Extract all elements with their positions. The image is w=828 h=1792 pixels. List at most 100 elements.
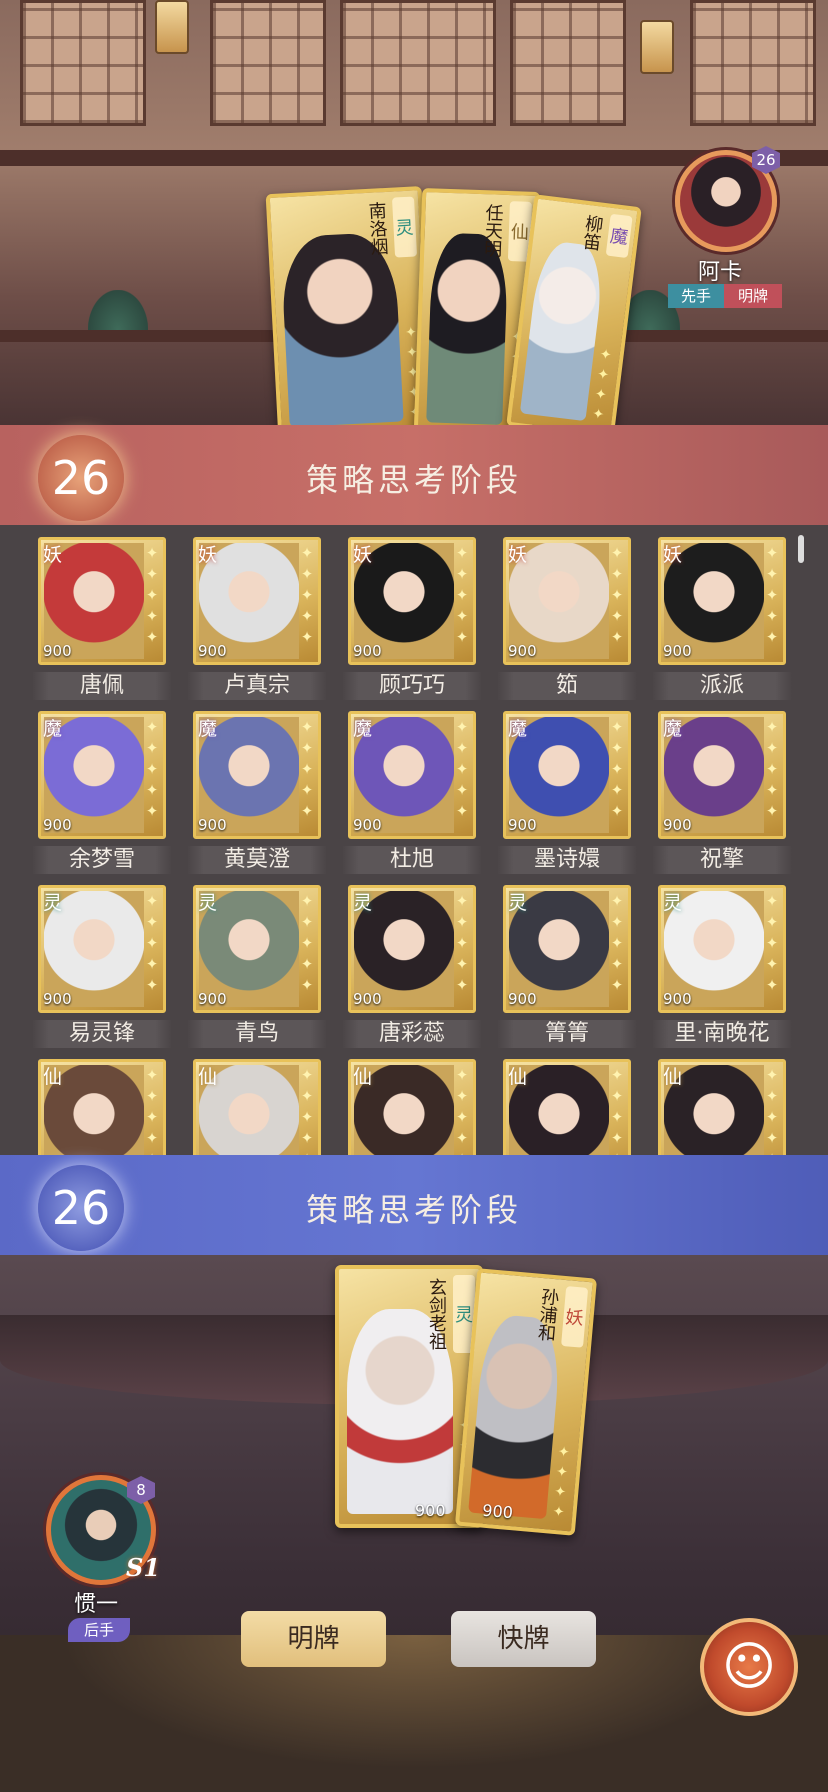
card-stars: ✦ ✦ ✦ ✦	[591, 346, 613, 424]
card-score: 900	[663, 642, 692, 660]
grid-card[interactable]: 仙 ✦✦✦✦✦	[503, 1059, 631, 1155]
card-stars: ✦✦✦✦✦	[610, 892, 624, 994]
grid-card[interactable]: 仙 ✦✦✦✦✦	[348, 1059, 476, 1155]
card-stars: ✦✦✦✦✦	[455, 892, 469, 994]
card-name-label: 易灵锋	[32, 1020, 172, 1048]
card-name-label: 卢真宗	[187, 672, 327, 700]
grid-card[interactable]: 妖 ✦ ✦ ✦ ✦ ✦ 900	[38, 537, 166, 665]
card-category: 灵	[508, 892, 528, 914]
card-score: 900	[663, 990, 692, 1008]
card-stars: ✦✦✦✦✦	[300, 1066, 314, 1155]
card-score: 900	[43, 816, 72, 834]
grid-card[interactable]: 魔 ✦ ✦ ✦ ✦ ✦ 900	[658, 711, 786, 839]
card-stars: ✦✦✦✦✦	[455, 1066, 469, 1155]
grid-card[interactable]: 妖 ✦ ✦ ✦ ✦ ✦ 900	[503, 537, 631, 665]
grid-card[interactable]: 灵 ✦ ✦ ✦ ✦ ✦ 900	[38, 885, 166, 1013]
grid-card[interactable]: 仙 ✦✦✦✦✦	[658, 1059, 786, 1155]
card-name-label: 青鸟	[187, 1020, 327, 1048]
card-score: 900	[353, 642, 382, 660]
card-name: 魔柳笛	[579, 213, 633, 259]
grid-card[interactable]: 妖 ✦ ✦ ✦ ✦ ✦ 900	[348, 537, 476, 665]
card-name-label: 派派	[652, 672, 792, 700]
card-score: 900	[508, 990, 537, 1008]
player-name: 惯一	[74, 1592, 119, 1617]
opponent-area: 灵南洛烟 ✦✦✦✦✦ 仙任天明 ✦✦✦✦✦ 魔柳笛 ✦✦✦✦ 26 阿卡 先手 …	[0, 0, 828, 425]
opponent-name: 阿卡	[698, 260, 743, 285]
card-name: 灵南洛烟	[365, 196, 418, 258]
card-category: 仙	[508, 1066, 528, 1088]
card-portrait	[426, 232, 509, 425]
card-category: 仙	[353, 1066, 373, 1088]
card-stars: ✦✦✦✦✦	[300, 892, 314, 994]
grid-card[interactable]: 魔 ✦ ✦ ✦ ✦ ✦ 900	[503, 711, 631, 839]
card-portrait	[279, 231, 404, 425]
grid-card[interactable]: 魔 ✦ ✦ ✦ ✦ ✦ 900	[38, 711, 166, 839]
grid-card[interactable]: 魔 ✦ ✦ ✦ ✦ ✦ 900	[193, 711, 321, 839]
fast-play-button[interactable]: 快牌	[451, 1611, 596, 1667]
card-category: 灵	[353, 892, 373, 914]
card-name-label: 唐彩蕊	[342, 1020, 482, 1048]
card-name-label: 余梦雪	[32, 846, 172, 874]
card-category: 魔	[198, 718, 218, 740]
card-stars: ✦✦✦✦✦	[300, 544, 314, 646]
card-category: 妖	[353, 544, 373, 566]
grid-card[interactable]: 仙 ✦✦✦✦✦	[38, 1059, 166, 1155]
smiley-icon: ☺	[721, 1637, 777, 1697]
grid-card[interactable]: 灵 ✦ ✦ ✦ ✦ ✦ 900	[503, 885, 631, 1013]
card-stars: ✦✦✦✦✦	[610, 718, 624, 820]
card-portrait	[468, 1313, 564, 1520]
grid-card[interactable]: 魔 ✦ ✦ ✦ ✦ ✦ 900	[348, 711, 476, 839]
grid-card[interactable]: 仙 ✦✦✦✦✦	[193, 1059, 321, 1155]
card-category: 妖	[198, 544, 218, 566]
phase-banner-bottom: 26 策略思考阶段	[0, 1155, 828, 1255]
card-collection-grid[interactable]: 妖 ✦ ✦ ✦ ✦ ✦ 900 唐佩 妖 ✦ ✦ ✦ ✦ ✦ 900 卢真宗 妖 ✦ ✦ ✦ ✦ ✦ 900 顾巧巧 妖 ✦ ✦ ✦ ✦…	[0, 525, 828, 1155]
card-name-label: 唐佩	[32, 672, 172, 700]
player-card[interactable]: 妖孙浦和 ✦ ✦ ✦ ✦ 900	[454, 1268, 598, 1536]
card-score: 900	[43, 642, 72, 660]
card-name-label: 里·南晚花	[652, 1020, 792, 1048]
card-category: 妖	[508, 544, 528, 566]
emoji-button[interactable]: ☺	[700, 1618, 798, 1716]
lantern-icon	[155, 0, 189, 54]
card-category: 灵	[198, 892, 218, 914]
phase-title: 策略思考阶段	[305, 1191, 522, 1229]
window-lattice-right	[690, 0, 816, 126]
grid-scrollbar[interactable]	[798, 535, 804, 563]
card-score: 900	[508, 642, 537, 660]
grid-card[interactable]: 妖 ✦ ✦ ✦ ✦ ✦ 900	[193, 537, 321, 665]
phase-banner-top: 26 策略思考阶段	[0, 425, 828, 525]
grid-card[interactable]: 灵 ✦ ✦ ✦ ✦ ✦ 900	[348, 885, 476, 1013]
grid-card[interactable]: 妖 ✦ ✦ ✦ ✦ ✦ 900	[658, 537, 786, 665]
player-rank: S1	[126, 1553, 161, 1582]
card-score: 900	[353, 990, 382, 1008]
card-score: 900	[663, 816, 692, 834]
card-stars: ✦✦✦✦✦	[455, 544, 469, 646]
window-lattice-left	[20, 0, 146, 126]
reveal-hand-button[interactable]: 明牌	[241, 1611, 386, 1667]
card-stars: ✦✦✦✦✦	[145, 718, 159, 820]
opponent-tag-reveal: 明牌	[724, 284, 782, 308]
opponent-card[interactable]: 灵南洛烟 ✦✦✦✦✦	[265, 186, 435, 425]
card-name-label: 箐箐	[497, 1020, 637, 1048]
card-stars: ✦✦✦✦✦	[610, 544, 624, 646]
card-category: 仙	[43, 1066, 63, 1088]
card-stars: ✦✦✦✦✦	[765, 718, 779, 820]
card-score: 900	[481, 1500, 514, 1523]
card-name-label: 顾巧巧	[342, 672, 482, 700]
card-stars: ✦✦✦✦✦	[610, 1066, 624, 1155]
card-category: 仙	[663, 1066, 683, 1088]
card-category: 魔	[353, 718, 373, 740]
grid-card[interactable]: 灵 ✦ ✦ ✦ ✦ ✦ 900	[658, 885, 786, 1013]
card-score: 900	[198, 816, 227, 834]
card-category: 灵	[43, 892, 63, 914]
card-category: 灵	[663, 892, 683, 914]
grid-card[interactable]: 灵 ✦ ✦ ✦ ✦ ✦ 900	[193, 885, 321, 1013]
card-stars: ✦✦✦✦✦	[145, 892, 159, 994]
window-lattice	[210, 0, 326, 126]
card-stars: ✦✦✦✦✦	[455, 718, 469, 820]
card-name-label: 杜旭	[342, 846, 482, 874]
card-name-label: 祝擎	[652, 846, 792, 874]
card-name-label: 墨诗嬛	[497, 846, 637, 874]
plant-icon	[88, 290, 148, 330]
card-name-label: 黄莫澄	[187, 846, 327, 874]
